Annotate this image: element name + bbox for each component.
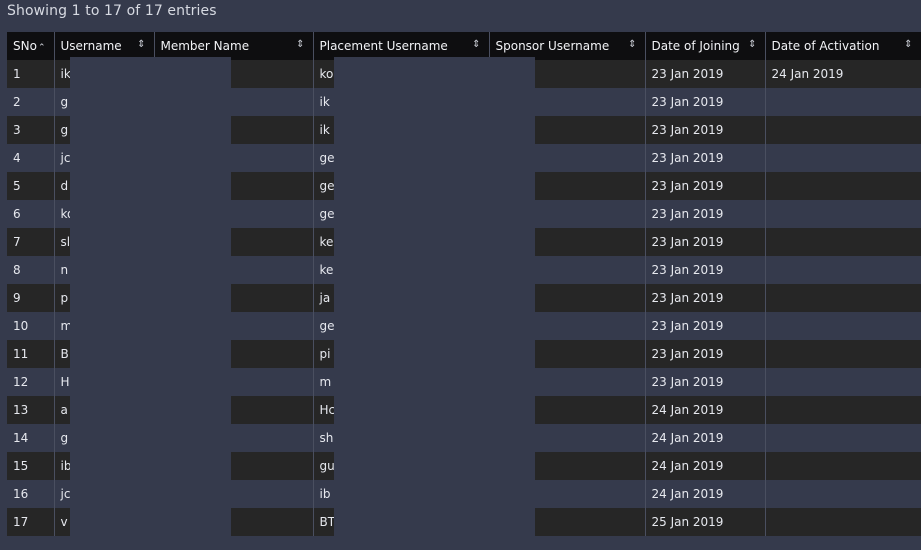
cell-date-of-joining: 25 Jan 2019 <box>645 508 766 536</box>
header-date-of-activation[interactable]: Date of Activation ⇕ <box>765 32 921 60</box>
redaction-mask-placement <box>334 57 535 540</box>
cell-date-of-activation <box>765 144 921 172</box>
table-header-row: SNo⌃ Username ⇕ Member Name ⇕ Placement Us… <box>7 32 921 60</box>
cell-date-of-joining: 24 Jan 2019 <box>645 480 766 508</box>
cell-date-of-activation <box>765 508 921 536</box>
cell-date-of-joining: 23 Jan 2019 <box>645 368 766 396</box>
cell-sno: 12 <box>7 368 55 396</box>
cell-date-of-joining: 24 Jan 2019 <box>645 396 766 424</box>
redaction-mask-username <box>70 57 231 540</box>
cell-date-of-joining: 23 Jan 2019 <box>645 284 766 312</box>
cell-date-of-joining: 23 Jan 2019 <box>645 228 766 256</box>
cell-sno: 3 <box>7 116 55 144</box>
sort-icon: ⇕ <box>472 39 481 50</box>
cell-date-of-activation <box>765 480 921 508</box>
cell-date-of-activation <box>765 88 921 116</box>
cell-sno: 13 <box>7 396 55 424</box>
cell-date-of-activation <box>765 116 921 144</box>
cell-sno: 2 <box>7 88 55 116</box>
sort-icon: ⇕ <box>137 39 146 50</box>
sort-icon: ⇕ <box>904 39 913 50</box>
cell-date-of-joining: 23 Jan 2019 <box>645 88 766 116</box>
cell-date-of-activation <box>765 228 921 256</box>
entries-table-wrapper: SNo⌃ Username ⇕ Member Name ⇕ Placement Us… <box>7 32 921 540</box>
cell-sno: 5 <box>7 172 55 200</box>
cell-date-of-joining: 23 Jan 2019 <box>645 116 766 144</box>
cell-sno: 15 <box>7 452 55 480</box>
sort-icon: ⇕ <box>628 39 637 50</box>
header-username[interactable]: Username ⇕ <box>54 32 155 60</box>
cell-date-of-activation <box>765 424 921 452</box>
header-member-name[interactable]: Member Name ⇕ <box>154 32 314 60</box>
sort-asc-icon: ⌃ <box>37 43 46 53</box>
cell-sno: 1 <box>7 60 55 88</box>
cell-date-of-joining: 24 Jan 2019 <box>645 452 766 480</box>
header-placement-username[interactable]: Placement Username ⇕ <box>313 32 490 60</box>
cell-date-of-joining: 23 Jan 2019 <box>645 60 766 88</box>
cell-date-of-joining: 23 Jan 2019 <box>645 340 766 368</box>
cell-date-of-activation <box>765 396 921 424</box>
cell-date-of-activation <box>765 340 921 368</box>
cell-sno: 7 <box>7 228 55 256</box>
cell-sno: 8 <box>7 256 55 284</box>
cell-date-of-activation <box>765 256 921 284</box>
cell-date-of-joining: 23 Jan 2019 <box>645 312 766 340</box>
cell-sno: 14 <box>7 424 55 452</box>
header-sno[interactable]: SNo⌃ <box>7 32 55 60</box>
cell-date-of-joining: 24 Jan 2019 <box>645 424 766 452</box>
cell-date-of-activation <box>765 368 921 396</box>
cell-date-of-joining: 23 Jan 2019 <box>645 172 766 200</box>
table-info: Showing 1 to 17 of 17 entries <box>7 3 217 19</box>
cell-date-of-joining: 23 Jan 2019 <box>645 200 766 228</box>
sort-icon: ⇕ <box>296 39 305 50</box>
cell-date-of-activation <box>765 284 921 312</box>
cell-date-of-activation: 24 Jan 2019 <box>765 60 921 88</box>
header-date-of-joining[interactable]: Date of Joining ⇕ <box>645 32 766 60</box>
cell-sno: 16 <box>7 480 55 508</box>
cell-sno: 6 <box>7 200 55 228</box>
cell-sno: 17 <box>7 508 55 536</box>
sort-icon: ⇕ <box>748 39 757 50</box>
cell-date-of-activation <box>765 312 921 340</box>
cell-date-of-joining: 23 Jan 2019 <box>645 144 766 172</box>
cell-date-of-activation <box>765 452 921 480</box>
cell-sno: 9 <box>7 284 55 312</box>
cell-sno: 11 <box>7 340 55 368</box>
cell-date-of-activation <box>765 200 921 228</box>
cell-sno: 10 <box>7 312 55 340</box>
cell-date-of-joining: 23 Jan 2019 <box>645 256 766 284</box>
cell-sno: 4 <box>7 144 55 172</box>
cell-date-of-activation <box>765 172 921 200</box>
header-sponsor-username[interactable]: Sponsor Username ⇕ <box>489 32 646 60</box>
